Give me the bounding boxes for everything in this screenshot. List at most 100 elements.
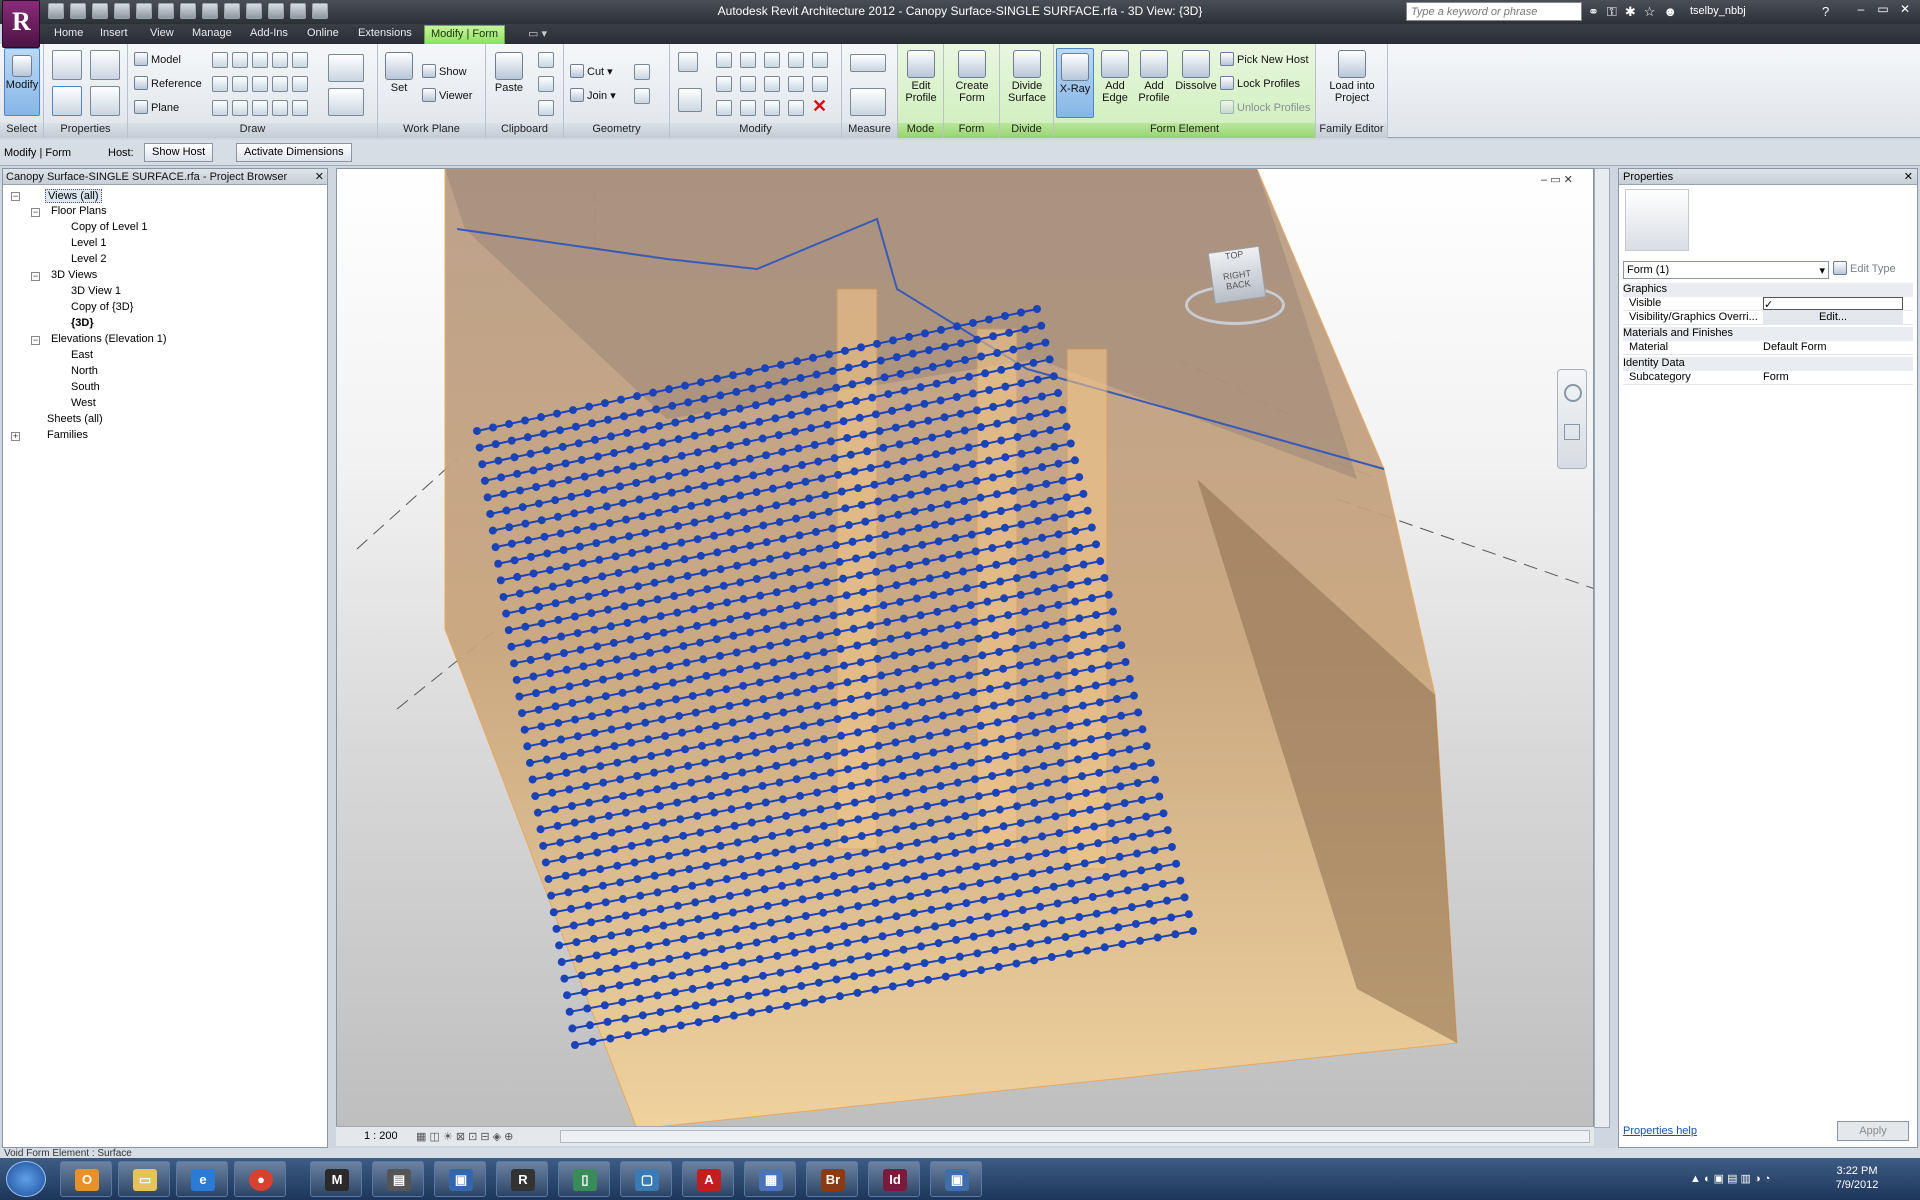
surface-node[interactable] bbox=[1036, 674, 1045, 683]
surface-node[interactable] bbox=[1067, 580, 1076, 589]
surface-node[interactable] bbox=[532, 482, 541, 491]
surface-node[interactable] bbox=[1075, 473, 1084, 482]
surface-node[interactable] bbox=[860, 674, 869, 683]
surface-node[interactable] bbox=[959, 969, 968, 978]
surface-node[interactable] bbox=[758, 434, 767, 443]
start-button[interactable] bbox=[6, 1161, 46, 1197]
surface-node[interactable] bbox=[813, 701, 822, 710]
surface-node[interactable] bbox=[947, 832, 956, 841]
surface-node[interactable] bbox=[730, 821, 739, 830]
surface-node[interactable] bbox=[513, 572, 522, 581]
split-face-icon[interactable] bbox=[634, 64, 650, 80]
surface-node[interactable] bbox=[852, 554, 861, 563]
surface-node[interactable] bbox=[958, 882, 967, 891]
surface-node[interactable] bbox=[1026, 782, 1035, 791]
surface-node[interactable] bbox=[640, 615, 649, 624]
surface-node[interactable] bbox=[648, 475, 657, 484]
surface-node[interactable] bbox=[908, 420, 917, 429]
surface-node[interactable] bbox=[655, 421, 664, 430]
model-line-button[interactable]: Model bbox=[134, 52, 181, 66]
surface-node[interactable] bbox=[1113, 624, 1122, 633]
surface-node[interactable] bbox=[933, 607, 942, 616]
surface-node[interactable] bbox=[864, 865, 873, 874]
surface-node[interactable] bbox=[711, 721, 720, 730]
surface-node[interactable] bbox=[546, 669, 555, 678]
surface-node[interactable] bbox=[1033, 516, 1042, 525]
surface-node[interactable] bbox=[554, 718, 563, 727]
surface-node[interactable] bbox=[839, 417, 848, 426]
surface-node[interactable] bbox=[626, 635, 635, 644]
surface-node[interactable] bbox=[1030, 956, 1039, 965]
surface-node[interactable] bbox=[568, 1024, 577, 1033]
surface-node[interactable] bbox=[688, 984, 697, 993]
surface-node[interactable] bbox=[887, 721, 896, 730]
surface-node[interactable] bbox=[769, 658, 778, 667]
surface-node[interactable] bbox=[621, 911, 630, 920]
surface-node[interactable] bbox=[531, 792, 540, 801]
surface-node[interactable] bbox=[621, 1014, 630, 1023]
surface-node[interactable] bbox=[696, 638, 705, 647]
surface-node[interactable] bbox=[892, 581, 901, 590]
surface-node[interactable] bbox=[1075, 614, 1084, 623]
surface-node[interactable] bbox=[678, 728, 687, 737]
surface-node[interactable] bbox=[579, 662, 588, 671]
close-icon[interactable]: ✕ bbox=[1904, 170, 1913, 183]
surface-node[interactable] bbox=[984, 755, 993, 764]
surface-node[interactable] bbox=[941, 972, 950, 981]
surface-node[interactable] bbox=[596, 658, 605, 667]
surface-node[interactable] bbox=[749, 921, 758, 930]
surface-node[interactable] bbox=[716, 565, 725, 574]
surface-node[interactable] bbox=[950, 761, 959, 770]
surface-node[interactable] bbox=[1043, 936, 1052, 945]
surface-node[interactable] bbox=[690, 518, 699, 527]
surface-node[interactable] bbox=[850, 467, 859, 476]
surface-node[interactable] bbox=[819, 403, 828, 412]
surface-node[interactable] bbox=[548, 582, 557, 591]
surface-node[interactable] bbox=[658, 438, 667, 447]
tree-item-3d[interactable]: {3D} bbox=[71, 317, 94, 329]
surface-node[interactable] bbox=[1022, 765, 1031, 774]
surface-node[interactable] bbox=[676, 918, 685, 927]
surface-node[interactable] bbox=[921, 715, 930, 724]
surface-node[interactable] bbox=[515, 692, 524, 701]
surface-node[interactable] bbox=[525, 758, 534, 767]
surface-node[interactable] bbox=[1124, 815, 1133, 824]
surface-node[interactable] bbox=[825, 594, 834, 603]
surface-node[interactable] bbox=[1054, 389, 1063, 398]
surface-node[interactable] bbox=[1025, 412, 1034, 421]
surface-node[interactable] bbox=[665, 662, 674, 671]
surface-node[interactable] bbox=[911, 436, 920, 445]
surface-node[interactable] bbox=[868, 393, 877, 402]
surface-node[interactable] bbox=[1049, 372, 1058, 381]
surface-node[interactable] bbox=[576, 645, 585, 654]
surface-node[interactable] bbox=[703, 965, 712, 974]
surface-node[interactable] bbox=[1071, 597, 1080, 606]
viewcube-top[interactable]: TOP bbox=[1209, 247, 1260, 264]
surface-node[interactable] bbox=[505, 523, 514, 532]
surface-node[interactable] bbox=[719, 408, 728, 417]
surface-node[interactable] bbox=[617, 395, 625, 404]
surface-node[interactable] bbox=[708, 895, 717, 904]
surface-node[interactable] bbox=[823, 838, 832, 847]
surface-node[interactable] bbox=[1052, 741, 1061, 750]
surface-node[interactable] bbox=[847, 781, 856, 790]
surface-node[interactable] bbox=[665, 385, 673, 394]
surface-node[interactable] bbox=[637, 598, 646, 607]
surface-node[interactable] bbox=[1000, 523, 1009, 532]
surface-node[interactable] bbox=[736, 578, 745, 587]
surface-node[interactable] bbox=[585, 695, 594, 704]
surface-node[interactable] bbox=[859, 430, 868, 439]
surface-node[interactable] bbox=[1016, 818, 1025, 827]
surface-node[interactable] bbox=[929, 591, 938, 600]
surface-node[interactable] bbox=[994, 962, 1003, 971]
surface-node[interactable] bbox=[1092, 909, 1101, 918]
surface-node[interactable] bbox=[925, 731, 934, 740]
surface-node[interactable] bbox=[649, 665, 658, 674]
surface-node[interactable] bbox=[947, 517, 956, 526]
surface-node[interactable] bbox=[621, 808, 630, 817]
surface-node[interactable] bbox=[818, 995, 827, 1004]
surface-node[interactable] bbox=[723, 978, 732, 987]
surface-node[interactable] bbox=[952, 935, 961, 944]
surface-node[interactable] bbox=[548, 479, 557, 488]
surface-node[interactable] bbox=[587, 609, 596, 618]
